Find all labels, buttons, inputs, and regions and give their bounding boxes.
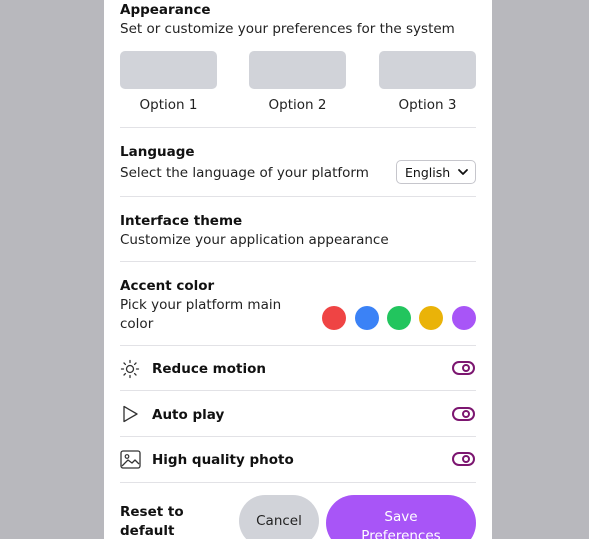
- toggle-knob: [462, 364, 470, 372]
- appearance-option-2-label: Option 2: [268, 97, 327, 113]
- language-selected-value: English: [405, 164, 451, 180]
- accent-color-title: Accent color: [120, 278, 215, 294]
- divider: [120, 261, 476, 262]
- divider: [120, 482, 476, 483]
- appearance-option-3-label: Option 3: [398, 97, 457, 113]
- divider: [120, 196, 476, 197]
- save-button-line1: Save: [384, 509, 418, 525]
- cancel-button[interactable]: Cancel: [239, 495, 319, 539]
- toggle-knob: [462, 410, 470, 418]
- language-title: Language: [120, 144, 195, 160]
- divider: [120, 127, 476, 128]
- appearance-option-1[interactable]: [120, 51, 217, 89]
- high-quality-photo-label: High quality photo: [152, 452, 294, 468]
- high-quality-photo-toggle[interactable]: [452, 452, 475, 466]
- chevron-down-icon: [458, 169, 468, 175]
- settings-panel: Appearance Set or customize your prefere…: [104, 0, 492, 539]
- appearance-option-3[interactable]: [379, 51, 476, 89]
- accent-color-description-line2: color: [120, 316, 154, 332]
- reset-label-line1: Reset to: [120, 504, 184, 520]
- auto-play-toggle[interactable]: [452, 407, 475, 421]
- reduce-motion-label: Reduce motion: [152, 361, 266, 377]
- play-icon: [123, 405, 138, 423]
- appearance-option-1-label: Option 1: [139, 97, 198, 113]
- auto-play-label: Auto play: [152, 407, 225, 423]
- accent-color-purple[interactable]: [452, 306, 476, 330]
- appearance-option-2[interactable]: [249, 51, 346, 89]
- language-description: Select the language of your platform: [120, 165, 369, 181]
- interface-theme-title: Interface theme: [120, 213, 243, 229]
- divider: [120, 390, 476, 391]
- accent-color-description-line1: Pick your platform main: [120, 297, 282, 313]
- save-preferences-button[interactable]: Save Preferences: [326, 495, 476, 539]
- accent-color-blue[interactable]: [355, 306, 379, 330]
- appearance-title: Appearance: [120, 2, 211, 18]
- reset-to-default-label: Reset to default: [120, 503, 190, 539]
- save-button-line2: Preferences: [361, 528, 441, 539]
- reduce-motion-toggle[interactable]: [452, 361, 475, 375]
- sun-icon: [120, 359, 140, 379]
- divider: [120, 345, 476, 346]
- toggle-knob: [462, 455, 470, 463]
- interface-theme-description: Customize your application appearance: [120, 232, 389, 248]
- language-select[interactable]: English: [396, 160, 476, 184]
- accent-color-green[interactable]: [387, 306, 411, 330]
- accent-color-yellow[interactable]: [419, 306, 443, 330]
- image-icon: [120, 450, 141, 469]
- accent-color-red[interactable]: [322, 306, 346, 330]
- reset-label-line2: default: [120, 523, 175, 539]
- divider: [120, 436, 476, 437]
- appearance-description: Set or customize your preferences for th…: [120, 21, 455, 37]
